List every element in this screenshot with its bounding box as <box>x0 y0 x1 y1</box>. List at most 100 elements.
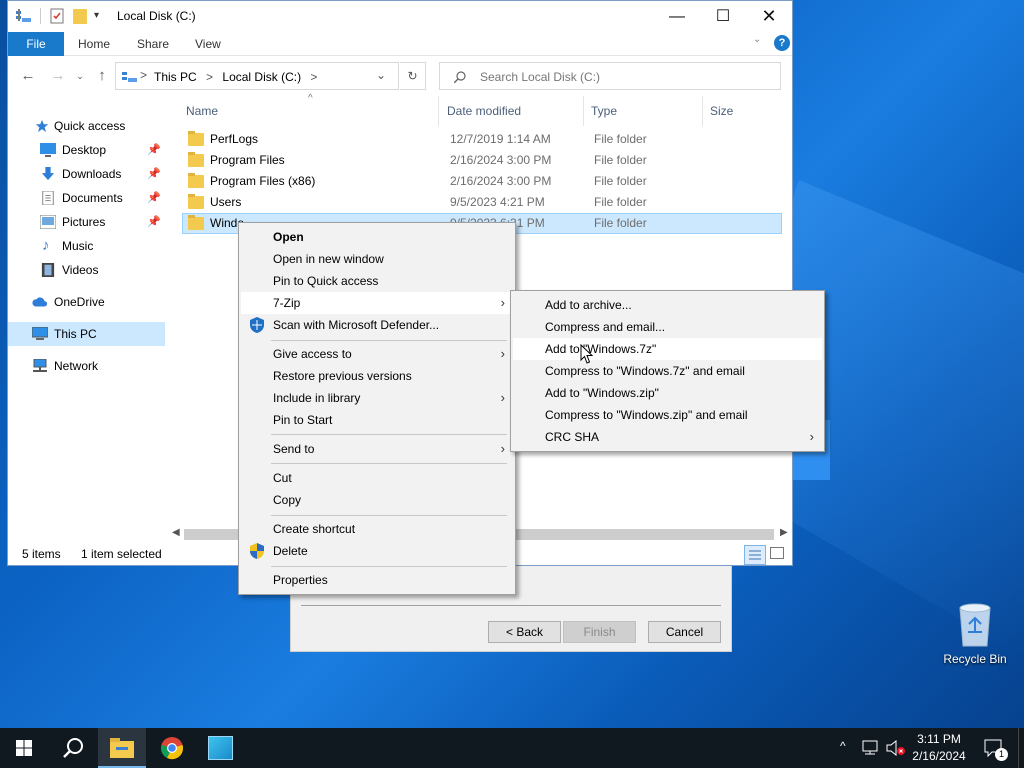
cloud-icon <box>32 297 48 307</box>
tab-view[interactable]: View <box>195 32 221 56</box>
file-type: File folder <box>594 174 647 188</box>
menu-item-7zip[interactable]: 7-Zip › <box>241 292 513 314</box>
column-header-type[interactable]: Type <box>591 104 617 118</box>
taskbar-file-explorer[interactable] <box>98 728 146 768</box>
file-date: 12/7/2019 1:14 AM <box>450 132 551 146</box>
menu-item-add-to-zip[interactable]: Add to "Windows.zip" <box>513 382 822 404</box>
menu-item-compress-zip-email[interactable]: Compress to "Windows.zip" and email <box>513 404 822 426</box>
menu-item-pin-quick-access[interactable]: Pin to Quick access <box>241 270 513 292</box>
menu-item-delete[interactable]: Delete <box>241 540 513 562</box>
menu-item-add-to-7z[interactable]: Add to "Windows.7z" <box>513 338 822 360</box>
refresh-button[interactable]: ↻ <box>400 62 426 90</box>
menu-item-label: Add to "Windows.7z" <box>545 342 657 356</box>
menu-item-compress-email[interactable]: Compress and email... <box>513 316 822 338</box>
menu-item-send-to[interactable]: Send to › <box>241 438 513 460</box>
volume-muted-icon[interactable] <box>886 740 906 756</box>
back-arrow-icon[interactable]: ← <box>18 66 38 86</box>
menu-item-compress-7z-email[interactable]: Compress to "Windows.7z" and email <box>513 360 822 382</box>
sidebar-item-onedrive[interactable]: OneDrive <box>8 290 165 314</box>
tab-share[interactable]: Share <box>137 32 169 56</box>
scroll-left-arrow-icon[interactable]: ◀ <box>172 527 180 538</box>
maximize-button[interactable]: ☐ <box>700 1 746 32</box>
videos-icon <box>41 263 55 277</box>
address-bar[interactable]: > This PC > Local Disk (C:) > ⌄ <box>115 62 399 90</box>
sidebar-item-quick-access[interactable]: Quick access <box>8 114 165 138</box>
expand-ribbon-chevron-icon[interactable]: ⌄ <box>753 34 761 45</box>
music-icon: ♪ <box>42 237 50 254</box>
table-row[interactable]: Program Files 2/16/2024 3:00 PM File fol… <box>182 150 782 171</box>
menu-item-add-to-archive[interactable]: Add to archive... <box>513 294 822 316</box>
uac-shield-icon <box>250 543 264 559</box>
sidebar-item-pictures[interactable]: Pictures 📌 <box>8 210 165 234</box>
table-row[interactable]: Program Files (x86) 2/16/2024 3:00 PM Fi… <box>182 171 782 192</box>
pin-icon: 📌 <box>147 144 161 156</box>
help-button[interactable]: ? <box>774 35 790 51</box>
search-input[interactable]: Search Local Disk (C:) <box>439 62 781 90</box>
menu-item-cut[interactable]: Cut <box>241 467 513 489</box>
star-icon <box>35 119 49 133</box>
menu-item-include-library[interactable]: Include in library › <box>241 387 513 409</box>
table-row[interactable]: Users 9/5/2023 4:21 PM File folder <box>182 192 782 213</box>
recycle-bin-desktop-icon[interactable]: Recycle Bin <box>942 600 1008 672</box>
menu-item-properties[interactable]: Properties <box>241 569 513 591</box>
menu-separator <box>271 434 507 435</box>
quick-access-toolbar-dropdown-icon[interactable]: ▾ <box>94 10 99 21</box>
back-button[interactable]: < Back <box>488 621 561 643</box>
details-view-button[interactable] <box>744 545 766 565</box>
sidebar-item-this-pc[interactable]: This PC <box>8 322 165 346</box>
column-header-size[interactable]: Size <box>710 104 733 118</box>
table-row[interactable]: PerfLogs 12/7/2019 1:14 AM File folder <box>182 129 782 150</box>
menu-item-restore-versions[interactable]: Restore previous versions <box>241 365 513 387</box>
cancel-button[interactable]: Cancel <box>648 621 721 643</box>
menu-item-pin-start[interactable]: Pin to Start <box>241 409 513 431</box>
column-header-name[interactable]: Name <box>186 104 218 118</box>
menu-item-label: Pin to Start <box>273 413 333 427</box>
recent-locations-chevron-icon[interactable]: ⌄ <box>70 66 90 86</box>
minimize-button[interactable]: — <box>654 1 700 32</box>
show-hidden-icons-chevron-icon[interactable]: ^ <box>840 739 846 753</box>
sidebar-item-network[interactable]: Network <box>8 354 165 378</box>
sidebar-item-desktop[interactable]: Desktop 📌 <box>8 138 165 162</box>
forward-arrow-icon[interactable]: → <box>48 66 68 86</box>
tab-home[interactable]: Home <box>78 32 110 56</box>
menu-item-copy[interactable]: Copy <box>241 489 513 511</box>
menu-item-give-access[interactable]: Give access to › <box>241 343 513 365</box>
column-divider <box>438 96 439 126</box>
show-desktop-button[interactable] <box>1018 728 1019 768</box>
start-button[interactable] <box>0 728 48 768</box>
menu-item-scan-defender[interactable]: Scan with Microsoft Defender... <box>241 314 513 336</box>
breadcrumb-this-pc[interactable]: This PC <box>154 70 197 84</box>
sidebar-item-music[interactable]: ♪ Music <box>8 234 165 258</box>
search-button[interactable] <box>48 728 96 768</box>
file-name: Users <box>210 195 242 209</box>
properties-icon[interactable] <box>50 8 64 24</box>
clock-time[interactable]: 3:11 PM <box>906 732 972 746</box>
file-type: File folder <box>594 132 647 146</box>
column-header-date[interactable]: Date modified <box>447 104 521 118</box>
menu-item-open-new-window[interactable]: Open in new window <box>241 248 513 270</box>
close-button[interactable]: ✕ <box>746 1 792 32</box>
breadcrumb-local-disk[interactable]: Local Disk (C:) <box>222 70 301 84</box>
menu-item-label: Pin to Quick access <box>273 274 379 288</box>
sidebar-item-label: Downloads <box>62 167 122 181</box>
taskbar-app-window[interactable] <box>196 728 244 768</box>
network-status-icon[interactable] <box>862 740 880 756</box>
documents-icon <box>42 191 54 205</box>
up-arrow-icon[interactable]: ↑ <box>92 66 112 86</box>
tab-file[interactable]: File <box>8 32 64 56</box>
menu-item-label: Include in library <box>273 391 361 405</box>
taskbar-chrome[interactable] <box>148 728 196 768</box>
sidebar-item-downloads[interactable]: Downloads 📌 <box>8 162 165 186</box>
large-icons-view-button[interactable] <box>770 547 784 559</box>
menu-item-crc-sha[interactable]: CRC SHA › <box>513 426 822 448</box>
scroll-right-arrow-icon[interactable]: ▶ <box>780 527 788 538</box>
sidebar-item-videos[interactable]: Videos <box>8 258 165 282</box>
menu-item-label: Cut <box>273 471 292 485</box>
new-folder-icon[interactable] <box>73 9 87 24</box>
clock-date[interactable]: 2/16/2024 <box>906 749 972 763</box>
address-dropdown-chevron-icon[interactable]: ⌄ <box>376 68 386 82</box>
menu-item-create-shortcut[interactable]: Create shortcut <box>241 518 513 540</box>
menu-item-open[interactable]: Open <box>241 226 513 248</box>
pictures-icon <box>40 215 56 229</box>
sidebar-item-documents[interactable]: Documents 📌 <box>8 186 165 210</box>
